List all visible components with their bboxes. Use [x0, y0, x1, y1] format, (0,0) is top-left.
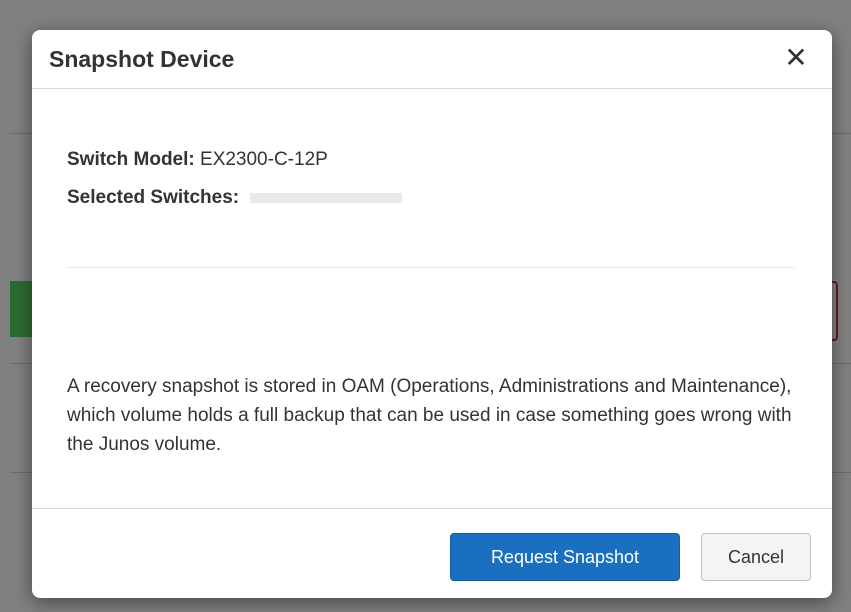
switch-model-row: Switch Model: EX2300-C-12P: [67, 149, 328, 171]
body-divider: [67, 267, 795, 268]
background-green-button: [10, 281, 34, 337]
switch-model-value: EX2300-C-12P: [200, 149, 328, 170]
dialog-body: Switch Model: EX2300-C-12P Selected Swit…: [32, 89, 832, 509]
request-snapshot-button[interactable]: Request Snapshot: [450, 533, 680, 581]
redacted-switch-list: [250, 192, 403, 203]
selected-switches-row: Selected Switches:: [67, 187, 403, 209]
dialog-title: Snapshot Device: [49, 46, 235, 72]
close-icon[interactable]: ✕: [782, 43, 810, 73]
switch-model-label: Switch Model:: [67, 149, 195, 170]
selected-switches-label: Selected Switches:: [67, 187, 240, 208]
cancel-button[interactable]: Cancel: [701, 533, 811, 581]
dialog-header: Snapshot Device ✕: [32, 30, 832, 89]
snapshot-device-dialog: Snapshot Device ✕ Switch Model: EX2300-C…: [32, 30, 832, 598]
dialog-footer: Request Snapshot Cancel: [32, 508, 832, 598]
snapshot-description: A recovery snapshot is stored in OAM (Op…: [67, 376, 792, 455]
